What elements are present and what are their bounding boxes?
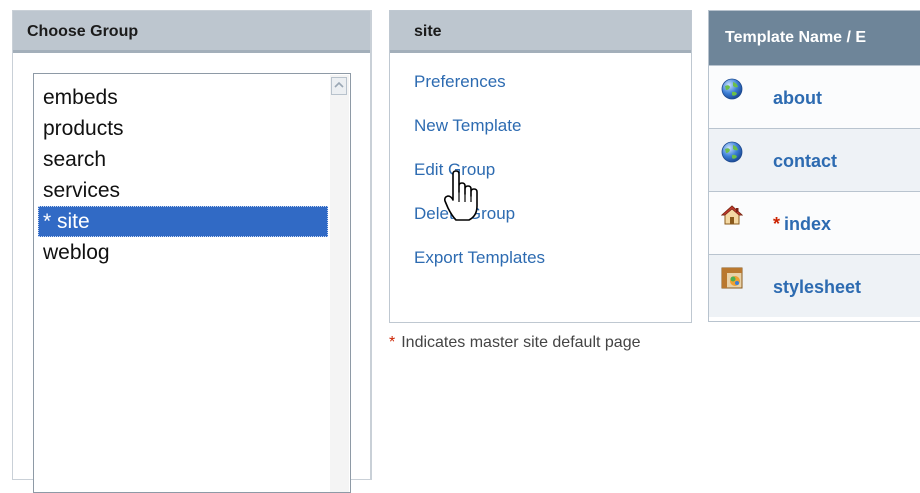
- master-page-footnote: * Indicates master site default page: [389, 334, 640, 352]
- template-link-index[interactable]: * index: [773, 214, 831, 235]
- edit-group-link[interactable]: Edit Group: [414, 159, 545, 203]
- group-option-products[interactable]: products: [38, 113, 328, 144]
- globe-icon: [721, 141, 743, 163]
- template-link-about[interactable]: about: [773, 88, 822, 109]
- scroll-up-button[interactable]: [331, 77, 347, 95]
- template-name: stylesheet: [773, 277, 862, 297]
- choose-group-panel: Choose Group embeds products search serv…: [12, 10, 372, 493]
- template-name: index: [784, 214, 832, 234]
- template-link-contact[interactable]: contact: [773, 151, 837, 172]
- home-icon: [721, 205, 743, 225]
- table-row: stylesheet: [709, 254, 920, 317]
- choose-group-title: Choose Group: [13, 11, 370, 53]
- group-option-search[interactable]: search: [38, 144, 328, 175]
- group-option-embeds[interactable]: embeds: [38, 82, 328, 113]
- group-listbox[interactable]: embeds products search services * site w…: [33, 73, 351, 493]
- stylesheet-icon: [721, 267, 743, 289]
- delete-group-link[interactable]: Delete Group: [414, 203, 545, 247]
- table-row: * index: [709, 191, 920, 254]
- hand-cursor-icon: [444, 170, 478, 221]
- group-option-weblog[interactable]: weblog: [38, 237, 328, 268]
- table-row: about: [709, 65, 920, 128]
- export-templates-link[interactable]: Export Templates: [414, 247, 545, 291]
- site-group-panel: site Preferences New Template Edit Group…: [389, 10, 692, 323]
- chevron-up-icon: [334, 81, 344, 88]
- listbox-scrollbar[interactable]: [330, 75, 349, 492]
- template-name-column-header[interactable]: Template Name / E: [709, 11, 920, 65]
- template-link-stylesheet[interactable]: stylesheet: [773, 277, 861, 298]
- new-template-link[interactable]: New Template: [414, 115, 545, 159]
- template-name: about: [773, 88, 822, 108]
- master-page-marker: *: [773, 214, 781, 234]
- footnote-text: Indicates master site default page: [401, 334, 641, 351]
- group-option-site[interactable]: * site: [38, 206, 328, 237]
- footnote-marker: *: [389, 334, 396, 351]
- group-list: embeds products search services * site w…: [38, 82, 328, 268]
- template-name: contact: [773, 151, 838, 171]
- table-row: contact: [709, 128, 920, 191]
- group-option-services[interactable]: services: [38, 175, 328, 206]
- site-panel-title: site: [390, 11, 691, 53]
- group-actions-menu: Preferences New Template Edit Group Dele…: [414, 71, 545, 291]
- templates-table: Template Name / E about contact *index: [708, 10, 920, 322]
- preferences-link[interactable]: Preferences: [414, 71, 545, 115]
- globe-icon: [721, 78, 743, 100]
